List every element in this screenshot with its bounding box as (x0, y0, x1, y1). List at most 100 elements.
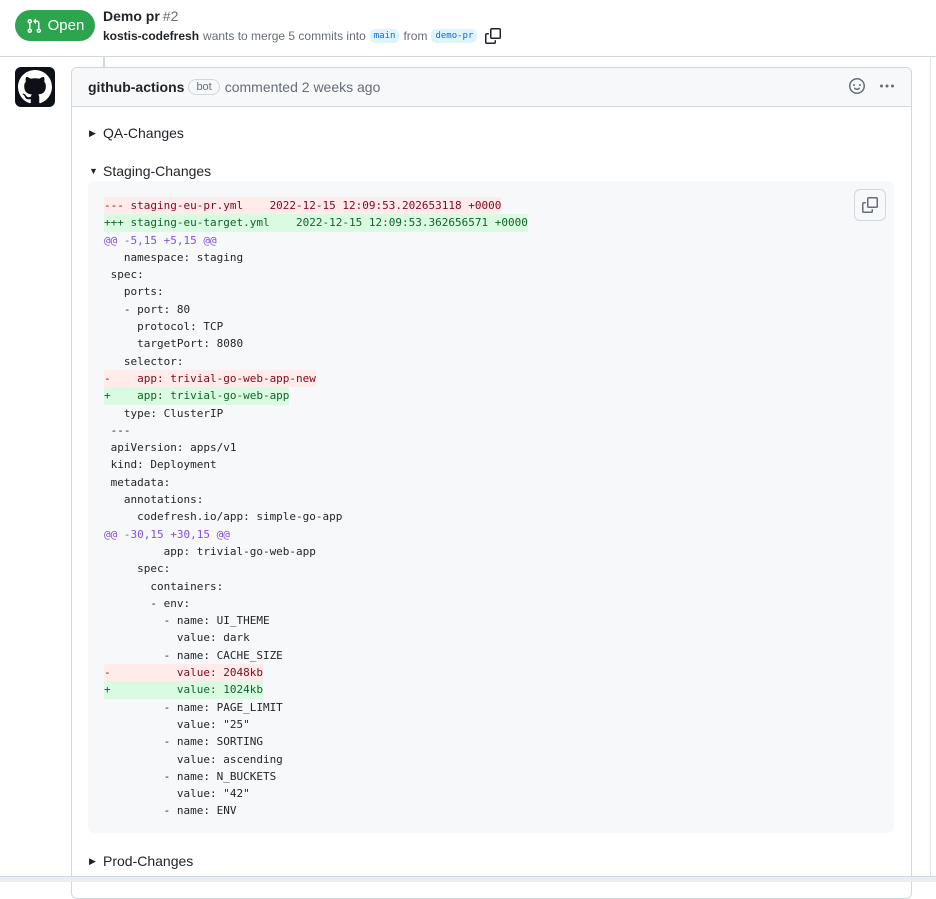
diff-line-ctx: value: "42" (104, 785, 528, 802)
diff-line-add: +++ staging-eu-target.yml 2022-12-15 12:… (104, 214, 528, 232)
diff-line-text: - env: (104, 596, 191, 610)
copy-icon (862, 197, 878, 213)
diff-line-text: value: "25" (104, 717, 250, 731)
comment-actions (849, 78, 895, 94)
diff-line-del: --- staging-eu-pr.yml 2022-12-15 12:09:5… (104, 197, 528, 215)
details-prod-label: Prod-Changes (103, 853, 194, 869)
diff-line-text: apiVersion: apps/v1 (104, 441, 237, 455)
diff-line-text: - port: 80 (104, 302, 191, 316)
diff-line-ctx: - name: CACHE_SIZE (104, 647, 528, 664)
diff-line-text: spec: (104, 562, 171, 576)
diff-line-ctx: - name: SORTING (104, 733, 528, 750)
from-text: from (403, 29, 428, 43)
timeline-line (103, 57, 105, 67)
git-pull-request-icon (27, 18, 41, 33)
right-sidebar-edge (930, 57, 936, 876)
diff-line-text: - name: CACHE_SIZE (104, 648, 283, 662)
diff-line-text: codefresh.io/app: simple-go-app (104, 510, 343, 524)
diff-line-text: namespace: staging (104, 250, 244, 264)
diff-line-text: app: trivial-go-web-app (104, 544, 316, 558)
pr-title: Demo pr #2 (103, 8, 178, 24)
diff-line-ctx: targetPort: 8080 (104, 335, 528, 352)
diff-line-ctx: - name: ENV (104, 802, 528, 819)
diff-line-text: + value: 1024kb (104, 681, 263, 699)
diff-line-text: +++ staging-eu-target.yml 2022-12-15 12:… (104, 214, 528, 232)
triangle-down-icon: ▼ (89, 166, 98, 176)
details-prod-changes[interactable]: ▶ Prod-Changes (89, 853, 193, 869)
diff-line-ctx: ports: (104, 283, 528, 300)
diff-line-text: metadata: (104, 475, 171, 489)
diff-line-add: + value: 1024kb (104, 681, 528, 699)
diff-line-text: targetPort: 8080 (104, 337, 244, 351)
diff-line-text: - app: trivial-go-web-app-new (104, 369, 316, 388)
diff-line-ctx: app: trivial-go-web-app (104, 543, 528, 560)
diff-line-ctx: value: "25" (104, 716, 528, 733)
diff-line-text: + app: trivial-go-web-app (104, 387, 290, 405)
diff-line-text: --- (104, 423, 131, 437)
diff-line-ctx: spec: (104, 560, 528, 577)
diff-line-ctx: containers: (104, 578, 528, 595)
smiley-icon[interactable] (849, 78, 865, 94)
github-logo-icon (18, 70, 52, 104)
diff-line-text: selector: (104, 354, 184, 368)
kebab-menu-icon[interactable] (879, 78, 895, 94)
pr-state-label: Open (47, 17, 85, 34)
details-staging-changes[interactable]: ▼ Staging-Changes (89, 163, 211, 179)
diff-line-text: - name: PAGE_LIMIT (104, 700, 283, 714)
diff-line-ctx: selector: (104, 353, 528, 370)
diff-code-block: --- staging-eu-pr.yml 2022-12-15 12:09:5… (88, 181, 894, 833)
details-staging-label: Staging-Changes (103, 163, 212, 179)
diff-line-ctx: codefresh.io/app: simple-go-app (104, 508, 528, 525)
avatar[interactable] (15, 67, 55, 107)
comment-header: github-actions bot commented 2 weeks ago (72, 68, 911, 107)
pr-author-link[interactable]: kostis-codefresh (103, 29, 199, 43)
copy-code-button[interactable] (854, 189, 886, 221)
diff-line-text: --- staging-eu-pr.yml 2022-12-15 12:09:5… (104, 197, 502, 215)
diff-line-ctx: --- (104, 422, 528, 439)
base-branch-label[interactable]: main (369, 29, 400, 43)
diff-line-text: value: ascending (104, 752, 283, 766)
bot-badge: bot (188, 79, 220, 95)
diff-line-ctx: value: ascending (104, 751, 528, 768)
diff-line-ctx: - env: (104, 595, 528, 612)
diff-line-text: containers: (104, 579, 224, 593)
diff-line-text: - name: SORTING (104, 735, 263, 749)
diff-line-ctx: value: dark (104, 629, 528, 646)
diff-line-ctx: kind: Deployment (104, 456, 528, 473)
diff-line-ctx: - name: UI_THEME (104, 612, 528, 629)
diff-line-hunk: @@ -30,15 +30,15 @@ (104, 526, 528, 543)
diff-line-text: kind: Deployment (104, 458, 217, 472)
pr-number: #2 (162, 8, 179, 24)
diff-line-ctx: metadata: (104, 474, 528, 491)
diff-line-text: ports: (104, 285, 164, 299)
head-branch-label[interactable]: demo-pr (431, 29, 478, 43)
diff-lines: --- staging-eu-pr.yml 2022-12-15 12:09:5… (104, 197, 528, 820)
bottom-edge (0, 876, 936, 882)
diff-line-ctx: spec: (104, 266, 528, 283)
diff-line-ctx: namespace: staging (104, 249, 528, 266)
diff-line-ctx: protocol: TCP (104, 318, 528, 335)
diff-line-text: value: "42" (104, 787, 250, 801)
copy-icon[interactable] (485, 28, 502, 44)
pr-header: Open Demo pr #2 kostis-codefresh wants to… (0, 0, 936, 57)
details-qa-changes[interactable]: ▶ QA-Changes (89, 125, 184, 141)
diff-line-text: - name: UI_THEME (104, 614, 270, 628)
diff-line-ctx: - name: N_BUCKETS (104, 768, 528, 785)
triangle-right-icon: ▶ (89, 127, 96, 138)
diff-line-text: - name: N_BUCKETS (104, 769, 277, 783)
diff-line-ctx: type: ClusterIP (104, 405, 528, 422)
pr-merge-summary: kostis-codefresh wants to merge 5 commit… (103, 28, 502, 44)
triangle-right-icon: ▶ (89, 855, 96, 866)
pr-title-text: Demo pr (103, 8, 160, 24)
diff-line-text: @@ -30,15 +30,15 @@ (104, 527, 230, 541)
pr-state-badge: Open (15, 10, 95, 41)
details-qa-label: QA-Changes (103, 125, 184, 141)
diff-line-text: - value: 2048kb (104, 664, 263, 682)
merge-text: wants to merge 5 commits into (203, 29, 366, 43)
comment-author-link[interactable]: github-actions (88, 79, 184, 95)
comment-card: github-actions bot commented 2 weeks ago… (71, 67, 912, 899)
diff-line-add: + app: trivial-go-web-app (104, 387, 528, 405)
diff-line-text: type: ClusterIP (104, 406, 224, 420)
diff-line-ctx: apiVersion: apps/v1 (104, 439, 528, 456)
comment-timestamp[interactable]: commented 2 weeks ago (225, 79, 381, 95)
